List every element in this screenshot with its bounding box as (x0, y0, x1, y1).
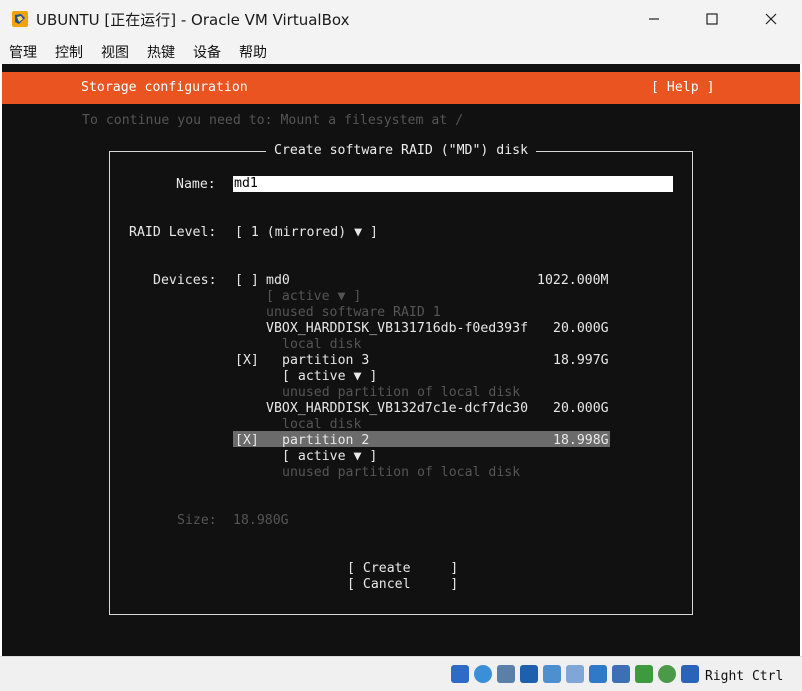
virtualbox-icon (12, 11, 28, 27)
maximize-icon (706, 13, 718, 25)
guest-additions-icon[interactable] (658, 665, 676, 683)
cpu-icon[interactable] (635, 665, 653, 683)
device-desc-md0: unused software RAID 1 (266, 305, 441, 320)
video-capture-icon[interactable] (612, 665, 630, 683)
header-title: Storage configuration (81, 80, 248, 95)
device-checkbox-partition3[interactable]: [X] (235, 353, 259, 369)
device-size-partition3: 18.997G (553, 353, 609, 368)
minimize-button[interactable] (631, 0, 677, 38)
window-title: UBUNTU [正在运行] - Oracle VM VirtualBox (36, 11, 350, 29)
name-input[interactable]: md1 (233, 176, 673, 192)
menu-control[interactable]: 控制 (55, 42, 83, 62)
optical-drive-icon[interactable] (474, 665, 492, 683)
device-role-partition2[interactable]: [ active ▼ ] (282, 449, 377, 465)
size-label: Size: (177, 513, 217, 528)
menu-view[interactable]: 视图 (101, 42, 129, 62)
raid-level-select[interactable]: [ 1 (mirrored) ▼ ] (235, 225, 378, 241)
device-name-partition3: partition 3 (282, 353, 370, 368)
device-desc-partition3: unused partition of local disk (282, 385, 521, 400)
name-label: Name: (176, 177, 216, 192)
device-size-partition2: 18.998G (553, 433, 609, 448)
menu-devices[interactable]: 设备 (193, 42, 221, 62)
raid-level-label: RAID Level: (129, 225, 217, 240)
size-value: 18.980G (233, 513, 289, 528)
menu-hotkeys[interactable]: 热键 (147, 42, 175, 62)
device-desc-partition2: unused partition of local disk (282, 465, 521, 480)
close-button[interactable] (748, 0, 794, 38)
host-key-label: Right Ctrl (705, 669, 784, 684)
device-role-md0: [ active ▼ ] (266, 289, 362, 304)
maximize-button[interactable] (689, 0, 735, 38)
create-button[interactable]: [ Create ] (347, 561, 458, 577)
device-name-partition2: partition 2 (282, 433, 370, 448)
device-size-disk1: 20.000G (553, 321, 609, 336)
cancel-button[interactable]: [ Cancel ] (347, 577, 458, 593)
window-titlebar: UBUNTU [正在运行] - Oracle VM VirtualBox (0, 0, 802, 38)
devices-label: Devices: (153, 273, 217, 288)
dialog-title: Create software RAID ("MD") disk (266, 143, 537, 159)
network-icon[interactable] (520, 665, 538, 683)
vm-screen[interactable]: Storage configuration [ Help ] To contin… (2, 64, 800, 656)
device-size-md0: 1022.000M (537, 273, 609, 288)
close-icon (765, 13, 777, 25)
device-size-disk2: 20.000G (553, 401, 609, 416)
name-input-value: md1 (234, 176, 258, 191)
menu-help[interactable]: 帮助 (239, 42, 267, 62)
raid-dialog: Create software RAID ("MD") disk (109, 143, 693, 615)
device-role-partition3[interactable]: [ active ▼ ] (282, 369, 377, 385)
installer-header: Storage configuration [ Help ] (2, 72, 800, 104)
hint-text: To continue you need to: Mount a filesys… (82, 113, 464, 128)
device-checkbox-md0[interactable]: [ ] (235, 273, 259, 289)
menu-manage[interactable]: 管理 (9, 42, 37, 62)
display-icon[interactable] (589, 665, 607, 683)
menu-bar: 管理 控制 视图 热键 设备 帮助 (0, 38, 802, 64)
mouse-integration-icon[interactable] (681, 665, 699, 683)
audio-icon[interactable] (497, 665, 515, 683)
device-name-md0: md0 (266, 273, 290, 288)
device-name-disk1: VBOX_HARDDISK_VB131716db-f0ed393f (266, 321, 529, 336)
usb-icon[interactable] (543, 665, 561, 683)
device-name-disk2: VBOX_HARDDISK_VB132d7c1e-dcf7dc30 (266, 401, 529, 416)
help-button[interactable]: [ Help ] (651, 80, 715, 96)
device-checkbox-partition2[interactable]: [X] (235, 433, 259, 449)
device-desc-disk1: local disk (282, 337, 362, 352)
shared-folders-icon[interactable] (566, 665, 584, 683)
hard-disk-icon[interactable] (451, 665, 469, 683)
minimize-icon (649, 18, 659, 20)
